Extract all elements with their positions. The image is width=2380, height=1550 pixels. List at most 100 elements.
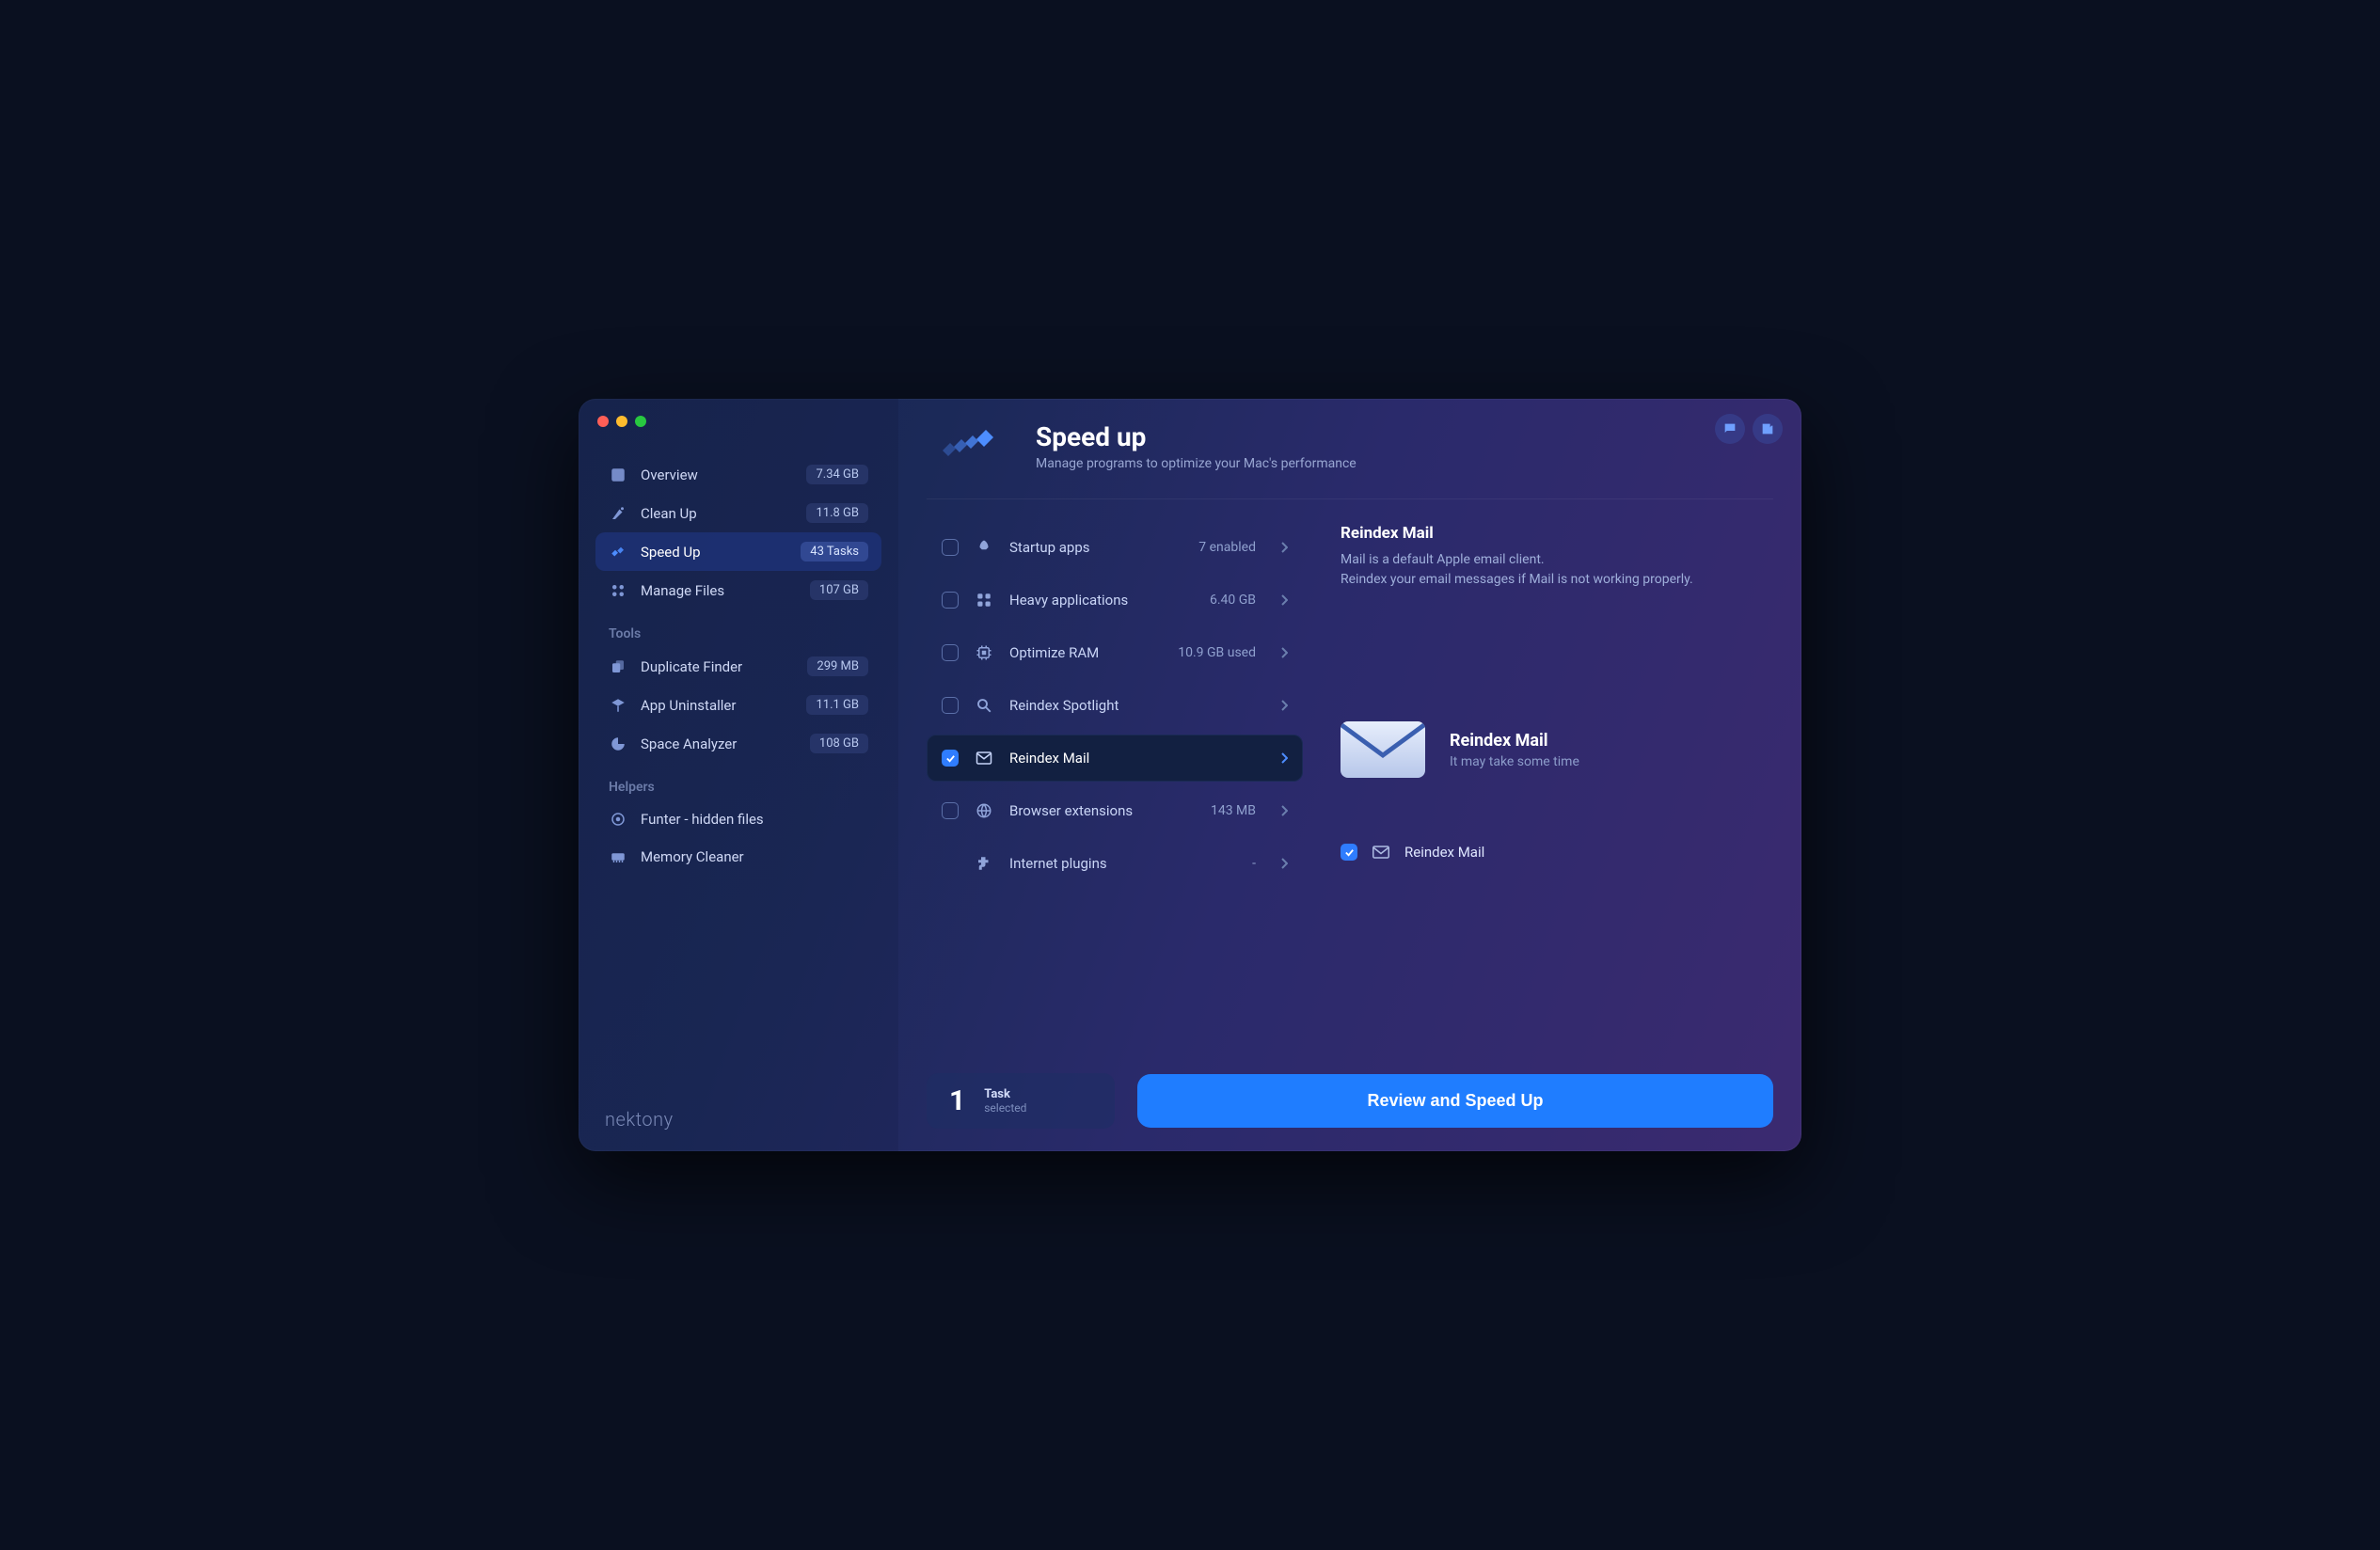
detail-task-row[interactable]: Reindex Mail	[1341, 844, 1764, 861]
selection-count: 1	[949, 1084, 965, 1117]
sidebar-item-label: Funter - hidden files	[641, 811, 764, 828]
globe-icon	[974, 800, 994, 821]
task-checkbox[interactable]	[942, 750, 959, 767]
chip-icon	[974, 642, 994, 663]
sidebar-item-app-uninstaller[interactable]: App Uninstaller 11.1 GB	[595, 686, 881, 724]
task-checkbox[interactable]	[942, 802, 959, 819]
detail-title: Reindex Mail	[1341, 524, 1764, 543]
duplicate-icon	[609, 657, 627, 676]
sidebar-item-badge: 43 Tasks	[801, 542, 868, 561]
sidebar-section-tools: Tools	[595, 609, 881, 647]
task-label: Startup apps	[1009, 539, 1090, 556]
window-controls	[597, 416, 646, 427]
analyzer-icon	[609, 735, 627, 753]
task-value: 7 enabled	[1198, 540, 1256, 555]
sidebar-item-label: Manage Files	[641, 582, 724, 599]
detail-task-label: Reindex Mail	[1404, 844, 1484, 861]
minimize-window-button[interactable]	[616, 416, 627, 427]
detail-hero-title: Reindex Mail	[1450, 731, 1579, 751]
mail-small-icon	[1372, 846, 1389, 859]
chevron-right-icon	[1280, 594, 1288, 606]
uninstall-icon	[609, 696, 627, 715]
selection-counter: 1 Task selected	[927, 1073, 1115, 1129]
sidebar-item-memory-cleaner[interactable]: Memory Cleaner	[595, 838, 881, 876]
sidebar-item-speed-up[interactable]: Speed Up 43 Tasks	[595, 532, 881, 571]
task-checkbox[interactable]	[942, 592, 959, 609]
news-icon[interactable]	[1753, 414, 1783, 444]
task-row-internet-plugins[interactable]: Internet plugins-	[927, 840, 1303, 887]
detail-description: Mail is a default Apple email client. Re…	[1341, 550, 1754, 590]
sidebar-item-label: Clean Up	[641, 505, 697, 522]
task-row-browser-extensions[interactable]: Browser extensions143 MB	[927, 787, 1303, 834]
sidebar-item-badge: 107 GB	[810, 580, 868, 600]
overview-icon	[609, 466, 627, 484]
header-actions	[1715, 414, 1783, 444]
task-value: 143 MB	[1211, 803, 1256, 818]
task-row-reindex-mail[interactable]: Reindex Mail	[927, 735, 1303, 782]
page-subtitle: Manage programs to optimize your Mac's p…	[1036, 456, 1357, 471]
sidebar-item-manage-files[interactable]: Manage Files 107 GB	[595, 571, 881, 609]
task-list: Startup apps 7 enabled Heavy applications 6…	[927, 524, 1303, 1054]
sidebar-section-helpers: Helpers	[595, 763, 881, 800]
chevron-right-icon	[1280, 542, 1288, 553]
speed-up-hero-icon	[932, 418, 1017, 474]
page-title: Speed up	[1036, 421, 1357, 452]
close-window-button[interactable]	[597, 416, 609, 427]
task-row-startup-apps[interactable]: Startup apps 7 enabled	[927, 524, 1303, 571]
chevron-right-icon	[1280, 805, 1288, 816]
selection-count-sub: selected	[984, 1101, 1026, 1115]
chat-icon[interactable]	[1715, 414, 1745, 444]
sidebar-item-funter-hidden-files[interactable]: Funter - hidden files	[595, 800, 881, 838]
page-header: Speed up Manage programs to optimize you…	[927, 418, 1773, 499]
plugin-icon	[974, 853, 994, 874]
mail-icon	[974, 748, 994, 768]
cleanup-icon	[609, 504, 627, 523]
sidebar-item-badge: 7.34 GB	[806, 465, 868, 484]
task-label: Reindex Spotlight	[1009, 697, 1119, 714]
task-value: -	[1252, 856, 1256, 871]
main-panel: Speed up Manage programs to optimize you…	[898, 399, 1801, 1151]
sidebar-item-label: Overview	[641, 467, 698, 483]
grid-icon	[974, 590, 994, 610]
brand-logo: nektony	[605, 1108, 674, 1131]
detail-hero: Reindex Mail It may take some time	[1341, 721, 1764, 778]
manage-icon	[609, 581, 627, 600]
review-and-speed-up-button[interactable]: Review and Speed Up	[1137, 1074, 1773, 1128]
selection-count-label: Task	[984, 1087, 1026, 1102]
sidebar-item-duplicate-finder[interactable]: Duplicate Finder 299 MB	[595, 647, 881, 686]
sidebar-item-badge: 299 MB	[807, 656, 868, 676]
funter-icon	[609, 810, 627, 829]
sidebar-item-label: App Uninstaller	[641, 697, 736, 714]
sidebar-item-label: Memory Cleaner	[641, 848, 744, 865]
detail-task-checkbox[interactable]	[1341, 844, 1357, 861]
memory-icon	[609, 847, 627, 866]
sidebar: Overview 7.34 GB Clean Up 11.8 GB Speed Up 43…	[579, 399, 898, 1151]
mail-icon	[1341, 721, 1425, 778]
task-row-heavy-applications[interactable]: Heavy applications 6.40 GB	[927, 577, 1303, 624]
sidebar-item-space-analyzer[interactable]: Space Analyzer108 GB	[595, 724, 881, 763]
sidebar-item-label: Duplicate Finder	[641, 658, 742, 675]
footer: 1 Task selected Review and Speed Up	[927, 1054, 1773, 1129]
search-icon	[974, 695, 994, 716]
speedup-icon	[609, 543, 627, 561]
sidebar-item-badge: 108 GB	[810, 734, 868, 753]
sidebar-item-overview[interactable]: Overview 7.34 GB	[595, 455, 881, 494]
rocket-icon	[974, 537, 994, 558]
task-value: 6.40 GB	[1210, 593, 1256, 608]
task-checkbox[interactable]	[942, 644, 959, 661]
detail-panel: Reindex Mail Mail is a default Apple ema…	[1312, 524, 1773, 1054]
sidebar-item-badge: 11.1 GB	[806, 695, 868, 715]
task-row-reindex-spotlight[interactable]: Reindex Spotlight	[927, 682, 1303, 729]
sidebar-item-badge: 11.8 GB	[806, 503, 868, 523]
sidebar-item-clean-up[interactable]: Clean Up 11.8 GB	[595, 494, 881, 532]
task-checkbox[interactable]	[942, 539, 959, 556]
zoom-window-button[interactable]	[635, 416, 646, 427]
task-label: Reindex Mail	[1009, 750, 1089, 767]
chevron-right-icon	[1280, 752, 1288, 764]
chevron-right-icon	[1280, 700, 1288, 711]
task-label: Heavy applications	[1009, 592, 1128, 609]
task-checkbox[interactable]	[942, 697, 959, 714]
task-row-optimize-ram[interactable]: Optimize RAM10.9 GB used	[927, 629, 1303, 676]
task-label: Optimize RAM	[1009, 644, 1099, 661]
sidebar-item-label: Speed Up	[641, 544, 701, 561]
